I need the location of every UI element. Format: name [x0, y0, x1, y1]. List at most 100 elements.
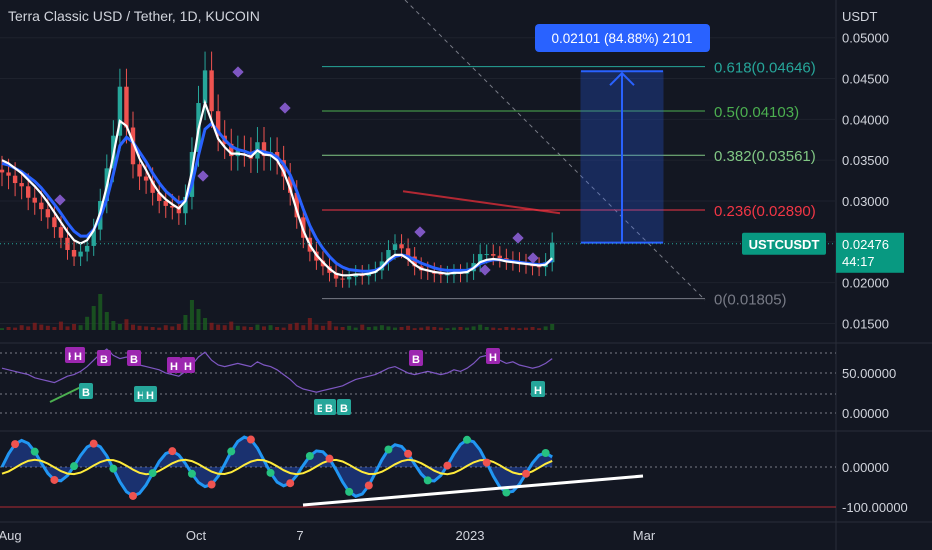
osc1-marker-label: H — [170, 361, 178, 373]
volume-bar — [45, 325, 50, 330]
osc2-red-dot — [443, 461, 452, 470]
volume-bar — [255, 324, 260, 330]
volume-bar — [52, 327, 57, 330]
osc2-red-dot — [11, 440, 20, 449]
volume-bar — [19, 325, 24, 330]
time-tick-label: Aug — [0, 528, 22, 543]
osc2-green-dot — [227, 447, 236, 456]
volume-bar — [196, 309, 201, 330]
candle-body — [143, 176, 149, 181]
candle-body — [45, 209, 51, 218]
fib-level-label: 0.618(0.04646) — [714, 60, 816, 77]
volume-bar — [386, 326, 391, 330]
price-tick-label: 0.03000 — [842, 194, 889, 209]
chart-canvas[interactable]: 0.618(0.04646) 0.5(0.04103) 0.382(0.03561)… — [0, 0, 932, 550]
volume-bar — [530, 327, 535, 330]
osc1-marker-label: H — [534, 385, 542, 397]
volume-bar — [334, 326, 339, 330]
volume-bar — [478, 324, 483, 330]
volume-bar — [327, 321, 332, 330]
currency-label: USDT — [842, 9, 877, 24]
osc2-green-dot — [384, 445, 393, 454]
candle-body — [399, 244, 404, 249]
volume-bar — [301, 325, 306, 330]
volume-bar — [216, 324, 221, 330]
osc1-marker-label: B — [325, 403, 333, 415]
volume-bar — [163, 325, 168, 330]
fib-level-label: 0.236(0.02890) — [714, 203, 816, 220]
volume-bar — [497, 328, 502, 330]
osc1-marker-label: H — [146, 390, 154, 402]
volume-bar — [471, 326, 476, 330]
candle-body — [0, 169, 5, 173]
candle-body — [6, 172, 11, 176]
candle-body — [32, 197, 37, 203]
candle-body — [58, 227, 64, 238]
candle-body — [484, 254, 489, 256]
volume-bar — [419, 327, 424, 330]
volume-bar — [32, 322, 37, 330]
osc2-red-dot — [50, 475, 59, 484]
volume-bar — [144, 326, 149, 330]
osc2-green-dot — [463, 435, 472, 444]
candle-body — [346, 276, 352, 280]
time-tick-label: Mar — [633, 528, 656, 543]
osc1-marker-label: B — [340, 403, 348, 415]
volume-bar — [432, 327, 437, 330]
volume-bar — [510, 327, 515, 330]
volume-bar — [484, 327, 489, 330]
osc2-red-dot — [286, 479, 295, 488]
price-tick-label: 0.01500 — [842, 316, 889, 331]
volume-bar — [320, 325, 325, 330]
osc2-red-dot — [89, 439, 98, 448]
candle-body — [19, 183, 24, 187]
volume-bar — [242, 326, 247, 330]
candle-body — [65, 237, 70, 250]
osc2-red-dot — [207, 480, 216, 489]
volume-bar — [550, 324, 555, 330]
candle-body — [71, 249, 77, 257]
osc2-green-dot — [30, 447, 39, 456]
volume-bar — [85, 316, 90, 330]
osc2-red-dot — [404, 449, 413, 458]
volume-bar — [229, 321, 234, 330]
osc2-red-dot — [246, 435, 255, 444]
volume-bar — [517, 328, 522, 330]
osc2-green-dot — [541, 449, 550, 458]
candle-body — [491, 254, 496, 256]
osc1-tick-label: 0.00000 — [842, 406, 889, 421]
price-tick-label: 0.05000 — [842, 31, 889, 46]
volume-bar — [150, 327, 155, 330]
volume-bar — [537, 328, 542, 330]
volume-bar — [288, 324, 293, 330]
volume-bar — [72, 324, 77, 330]
volume-bar — [412, 328, 417, 330]
volume-bar — [13, 327, 18, 330]
volume-bar — [26, 326, 31, 330]
volume-bar — [445, 328, 450, 330]
time-tick-label: 7 — [296, 528, 303, 543]
volume-bar — [438, 327, 443, 330]
candle-body — [124, 86, 129, 128]
price-tick-label: 0.04000 — [842, 112, 889, 127]
volume-bar — [340, 327, 345, 330]
candle-body — [340, 278, 345, 280]
osc2-red-dot — [129, 491, 137, 500]
volume-bar — [222, 325, 227, 330]
volume-bar — [294, 322, 299, 330]
volume-bar — [347, 325, 352, 330]
volume-bar — [248, 327, 253, 330]
candle-body — [497, 255, 502, 259]
volume-bar — [275, 327, 280, 330]
osc2-red-dot — [482, 458, 491, 467]
osc2-green-dot — [502, 488, 511, 497]
fib-level-label: 0.5(0.04103) — [714, 104, 799, 121]
candle-body — [12, 175, 18, 184]
volume-bar — [176, 324, 181, 330]
volume-bar — [281, 327, 286, 330]
osc2-tick-label: -100.00000 — [842, 500, 908, 515]
osc1-marker-label: B — [412, 354, 420, 366]
candle-body — [39, 202, 44, 210]
osc2-red-dot — [325, 454, 334, 463]
volume-bar — [268, 325, 273, 330]
